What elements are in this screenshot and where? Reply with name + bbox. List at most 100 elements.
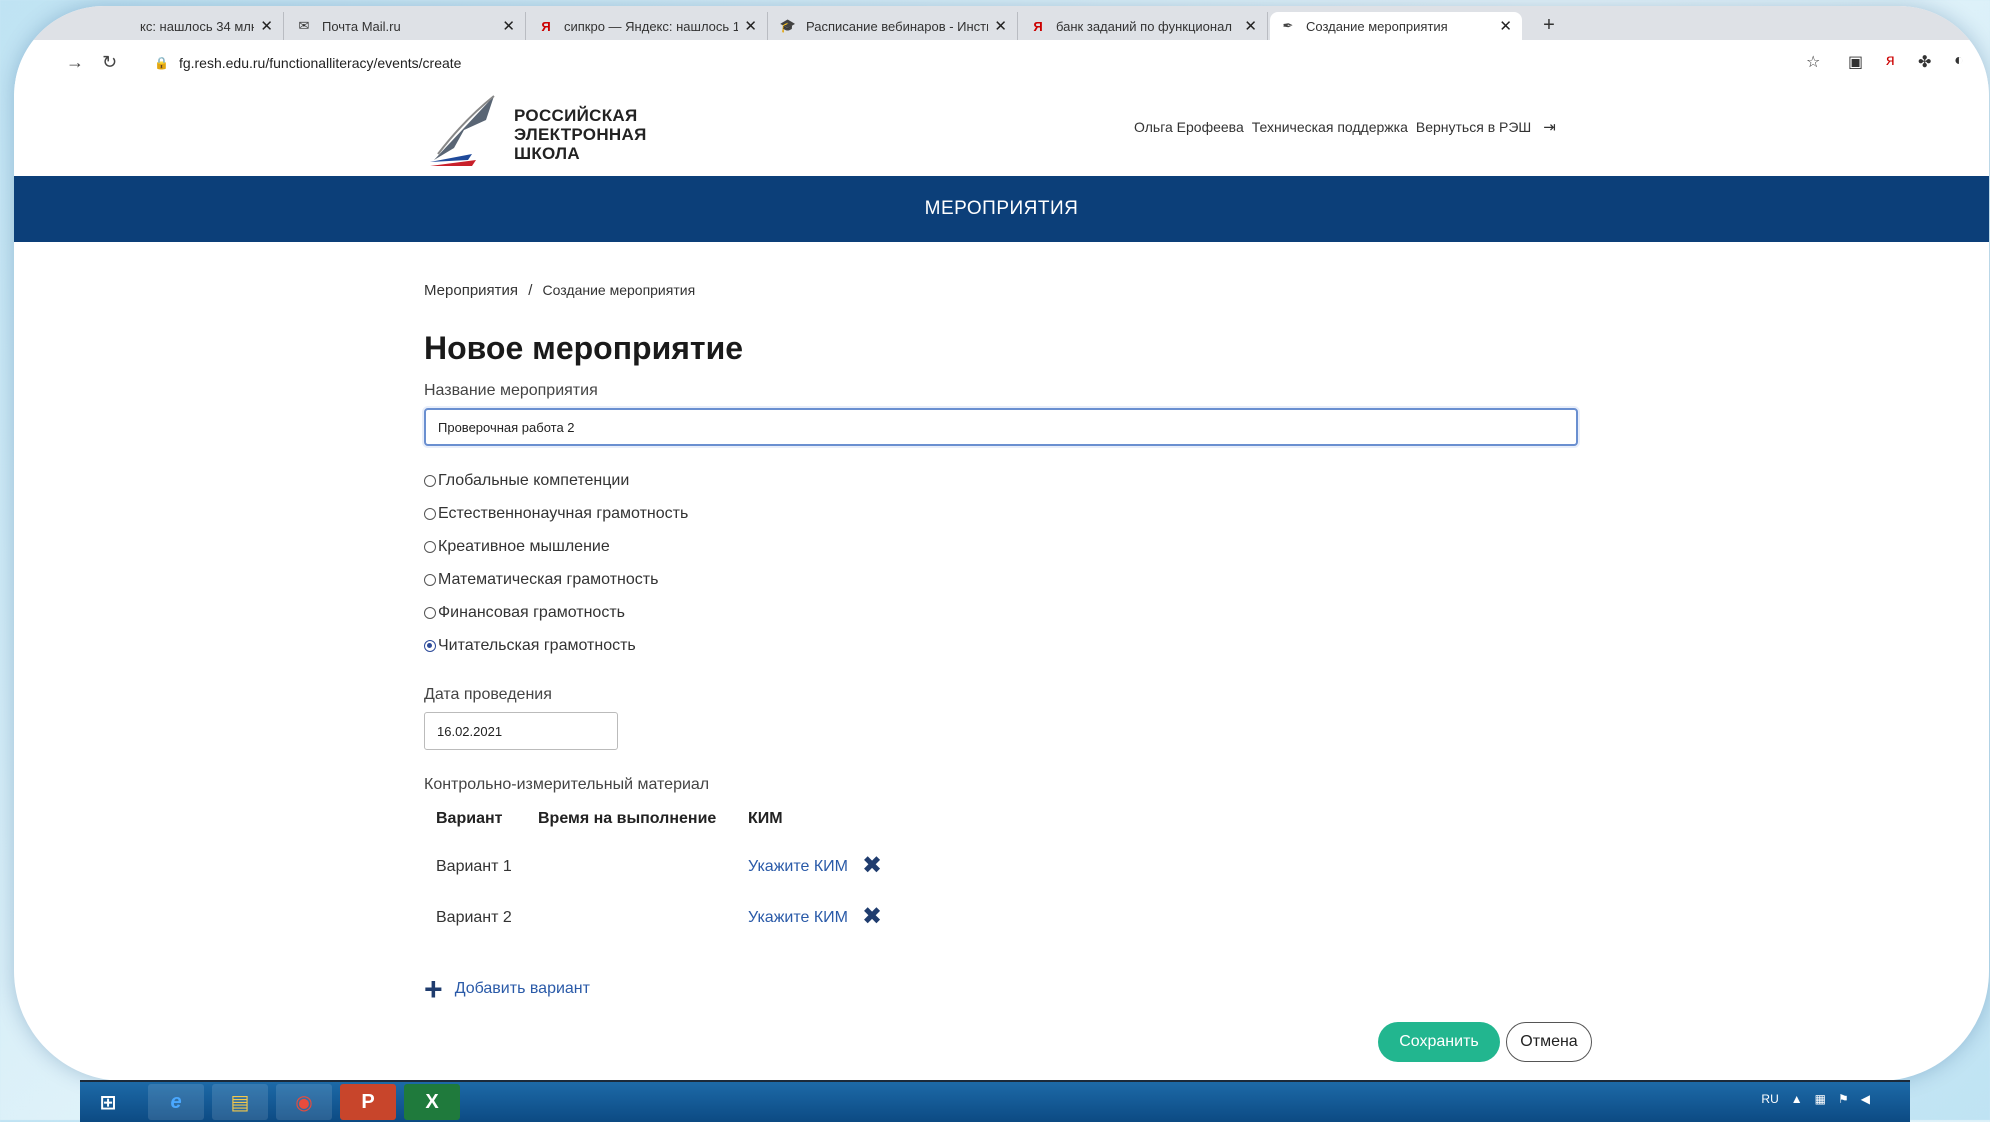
puzzle-extensions-icon[interactable]: ✤ bbox=[1918, 52, 1931, 72]
date-input[interactable] bbox=[424, 712, 618, 750]
new-tab-button[interactable]: + bbox=[1536, 14, 1562, 38]
tab-yandex-search-2[interactable]: Я сипкро — Яндекс: нашлось 133 ✕ bbox=[528, 12, 768, 40]
address-bar[interactable]: 🔒 fg.resh.edu.ru/functionalliteracy/even… bbox=[154, 49, 1754, 77]
radio-button[interactable] bbox=[424, 607, 436, 619]
close-tab-icon[interactable]: ✕ bbox=[744, 17, 757, 35]
tab-title: сипкро — Яндекс: нашлось 133 bbox=[564, 18, 739, 34]
return-to-resh-link[interactable]: Вернуться в РЭШ bbox=[1416, 119, 1531, 135]
variant-name: Вариант 1 bbox=[436, 858, 512, 875]
radio-button-selected[interactable] bbox=[424, 640, 436, 652]
tab-title: банк заданий по функционал bbox=[1056, 18, 1232, 34]
resh-feather-logo-icon bbox=[430, 95, 495, 166]
reload-icon[interactable]: ↻ bbox=[102, 52, 117, 73]
radio-label: Читательская грамотность bbox=[438, 637, 636, 654]
radio-label: Естественнонаучная грамотность bbox=[438, 505, 689, 522]
category-radio-science[interactable]: Естественнонаучная грамотность bbox=[424, 505, 688, 523]
file-explorer-icon[interactable]: ▤ bbox=[212, 1084, 268, 1120]
tab-mail[interactable]: ✉ Почта Mail.ru ✕ bbox=[286, 12, 526, 40]
yandex-extension-icon[interactable]: я bbox=[1886, 52, 1895, 70]
flag-icon[interactable]: ⚑ bbox=[1838, 1092, 1849, 1106]
add-variant-label: Добавить вариант bbox=[454, 980, 590, 997]
variant-name: Вариант 2 bbox=[436, 909, 512, 926]
plus-icon: + bbox=[424, 971, 443, 1007]
tab-yandex-search-1[interactable]: кс: нашлось 34 млн ✕ bbox=[104, 12, 284, 40]
tab-title: Создание мероприятия bbox=[1306, 18, 1448, 34]
excel-icon[interactable]: X bbox=[404, 1084, 460, 1120]
breadcrumb: Мероприятия / Создание мероприятия bbox=[424, 282, 695, 299]
category-radio-global[interactable]: Глобальные компетенции bbox=[424, 472, 629, 490]
language-indicator[interactable]: RU bbox=[1761, 1092, 1778, 1106]
radio-button[interactable] bbox=[424, 475, 436, 487]
close-tab-icon[interactable]: ✕ bbox=[1499, 17, 1512, 35]
profile-icon[interactable]: ◐ bbox=[1954, 52, 1964, 70]
resh-feather-icon: ✒ bbox=[1282, 18, 1294, 33]
bookmark-star-icon[interactable]: ☆ bbox=[1806, 52, 1820, 72]
resh-logo[interactable]: РОССИЙСКАЯ ЭЛЕКТРОННАЯ ШКОЛА bbox=[424, 90, 647, 170]
radio-label: Математическая грамотность bbox=[438, 571, 659, 588]
url-text: fg.resh.edu.ru/functionalliteracy/events… bbox=[178, 55, 462, 71]
save-button[interactable]: Сохранить bbox=[1378, 1022, 1500, 1062]
category-radio-creative[interactable]: Креативное мышление bbox=[424, 538, 610, 556]
volume-icon[interactable]: ◀ bbox=[1861, 1092, 1870, 1106]
radio-button[interactable] bbox=[424, 541, 436, 553]
close-tab-icon[interactable]: ✕ bbox=[502, 17, 515, 35]
column-header-kim: КИМ bbox=[748, 810, 783, 827]
tab-webinars[interactable]: 🎓 Расписание вебинаров - Инсти ✕ bbox=[770, 12, 1018, 40]
tab-title: кс: нашлось 34 млн bbox=[140, 18, 255, 34]
radio-button[interactable] bbox=[424, 574, 436, 586]
browser-window: кс: нашлось 34 млн ✕ ✉ Почта Mail.ru ✕ Я… bbox=[14, 6, 1989, 1081]
column-header-time: Время на выполнение bbox=[538, 810, 717, 827]
close-tab-icon[interactable]: ✕ bbox=[994, 17, 1007, 35]
event-name-input[interactable] bbox=[424, 408, 1578, 446]
yandex-icon: Я bbox=[1033, 18, 1043, 34]
column-header-variant: Вариант bbox=[436, 810, 503, 827]
extension-icon[interactable]: ▣ bbox=[1848, 52, 1863, 72]
tab-create-event[interactable]: ✒ Создание мероприятия ✕ bbox=[1270, 12, 1522, 40]
date-label: Дата проведения bbox=[424, 686, 552, 703]
radio-label: Финансовая грамотность bbox=[438, 604, 625, 621]
support-link[interactable]: Техническая поддержка bbox=[1252, 119, 1408, 135]
start-button[interactable]: ⊞ bbox=[80, 1084, 136, 1120]
forward-arrow-icon[interactable]: → bbox=[66, 52, 84, 73]
category-radio-reading[interactable]: Читательская грамотность bbox=[424, 637, 636, 655]
chrome-icon[interactable]: ◉ bbox=[276, 1084, 332, 1120]
tray-expand-icon[interactable]: ▲ bbox=[1791, 1092, 1803, 1106]
remove-variant-icon[interactable]: ✖ bbox=[862, 854, 882, 878]
tab-title: Расписание вебинаров - Инсти bbox=[806, 18, 989, 34]
radio-button[interactable] bbox=[424, 508, 436, 520]
logo-line: ШКОЛА bbox=[514, 144, 580, 163]
yandex-icon: Я bbox=[541, 18, 551, 34]
address-toolbar: → ↻ 🔒 fg.resh.edu.ru/functionalliteracy/… bbox=[14, 40, 1989, 85]
radio-label: Креативное мышление bbox=[438, 538, 610, 555]
logo-line: ЭЛЕКТРОННАЯ bbox=[514, 125, 647, 144]
system-tray: RU ▲ ▦ ⚑ ◀ bbox=[1761, 1092, 1870, 1106]
specify-kim-link[interactable]: Укажите КИМ bbox=[748, 909, 848, 927]
powerpoint-icon[interactable]: P bbox=[340, 1084, 396, 1120]
category-radio-math[interactable]: Математическая грамотность bbox=[424, 571, 658, 589]
add-variant-button[interactable]: + Добавить вариант bbox=[424, 971, 590, 1007]
table-row: Вариант 2 Укажите КИМ ✖ bbox=[424, 905, 924, 935]
cancel-button[interactable]: Отмена bbox=[1506, 1022, 1592, 1062]
remove-variant-icon[interactable]: ✖ bbox=[862, 905, 882, 929]
network-icon[interactable]: ▦ bbox=[1815, 1092, 1826, 1106]
breadcrumb-current: Создание мероприятия bbox=[542, 282, 696, 298]
logo-text: РОССИЙСКАЯ ЭЛЕКТРОННАЯ ШКОЛА bbox=[514, 106, 647, 163]
tab-task-bank[interactable]: Я банк заданий по функционал ✕ bbox=[1020, 12, 1268, 40]
section-banner: МЕРОПРИЯТИЯ bbox=[14, 176, 1989, 242]
site-header: РОССИЙСКАЯ ЭЛЕКТРОННАЯ ШКОЛА Ольга Ерофе… bbox=[14, 84, 1989, 176]
user-name-link[interactable]: Ольга Ерофеева bbox=[1134, 119, 1244, 135]
breadcrumb-root-link[interactable]: Мероприятия bbox=[424, 282, 518, 299]
top-nav: Ольга Ерофеева Техническая поддержка Вер… bbox=[1134, 118, 1556, 136]
close-tab-icon[interactable]: ✕ bbox=[260, 17, 273, 35]
specify-kim-link[interactable]: Укажите КИМ bbox=[748, 858, 848, 876]
radio-label: Глобальные компетенции bbox=[438, 472, 630, 489]
tab-title: Почта Mail.ru bbox=[322, 18, 401, 34]
lock-icon: 🔒 bbox=[154, 56, 169, 70]
breadcrumb-separator: / bbox=[528, 282, 533, 299]
internet-explorer-icon[interactable]: e bbox=[148, 1084, 204, 1120]
category-radio-financial[interactable]: Финансовая грамотность bbox=[424, 604, 625, 622]
close-tab-icon[interactable]: ✕ bbox=[1244, 17, 1257, 35]
logo-line: РОССИЙСКАЯ bbox=[514, 106, 638, 125]
exit-icon[interactable]: ⇥ bbox=[1543, 118, 1556, 136]
event-name-label: Название мероприятия bbox=[424, 382, 598, 399]
